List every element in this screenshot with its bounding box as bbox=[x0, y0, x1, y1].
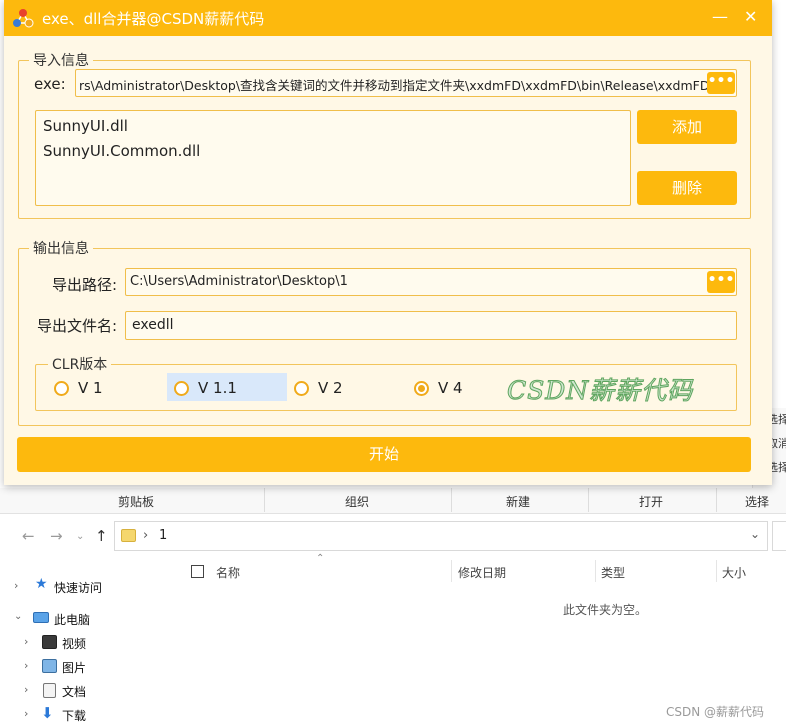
csdn-watermark: CSDN @薪薪代码 bbox=[666, 705, 765, 719]
group-select: 选择 bbox=[745, 495, 770, 509]
radio-label: V 1 bbox=[78, 379, 103, 397]
picture-icon bbox=[42, 659, 57, 673]
clr-v4-radio[interactable]: V 4 bbox=[414, 378, 494, 402]
nav-label: 快速访问 bbox=[54, 581, 103, 595]
radio-label: V 2 bbox=[318, 379, 343, 397]
radio-circle[interactable] bbox=[294, 381, 309, 396]
clr-v1-radio[interactable]: V 1 bbox=[54, 378, 134, 402]
chevron-right-icon[interactable]: › bbox=[14, 579, 18, 592]
radio-circle-selected[interactable] bbox=[414, 381, 429, 396]
ribbon-group-labels: 剪贴板 组织 新建 打开 选择 bbox=[0, 488, 786, 514]
radio-label: V 4 bbox=[438, 379, 463, 397]
up-arrow-icon[interactable]: ↑ bbox=[95, 527, 108, 545]
group-divider bbox=[588, 488, 589, 512]
breadcrumb-separator: › bbox=[143, 528, 149, 543]
output-path-value: C:\Users\Administrator\Desktop\1 bbox=[130, 274, 348, 289]
clr-v2-radio[interactable]: V 2 bbox=[294, 378, 374, 402]
title-bar[interactable]: exe、dll合并器@CSDN薪薪代码 — ✕ bbox=[4, 0, 772, 36]
output-path-label: 导出路径: bbox=[52, 276, 118, 294]
chevron-down-icon[interactable]: ⌄ bbox=[76, 531, 84, 542]
output-filename-label: 导出文件名: bbox=[37, 317, 118, 335]
output-filename-value: exedll bbox=[132, 317, 174, 333]
group-divider bbox=[716, 488, 717, 512]
radio-circle[interactable] bbox=[54, 381, 69, 396]
nav-label: 此电脑 bbox=[54, 613, 91, 627]
nav-item-quick-access[interactable]: › ★ 快速访问 bbox=[0, 576, 178, 598]
dll-listbox[interactable]: SunnyUI.dll SunnyUI.Common.dll bbox=[35, 110, 631, 206]
list-item[interactable]: SunnyUI.dll bbox=[43, 117, 128, 135]
empty-folder-message: 此文件夹为空。 bbox=[563, 603, 648, 617]
chevron-down-icon[interactable]: ⌄ bbox=[14, 611, 22, 622]
video-icon bbox=[42, 635, 57, 649]
window-title: exe、dll合并器@CSDN薪薪代码 bbox=[42, 10, 265, 28]
computer-icon bbox=[33, 612, 49, 623]
group-divider bbox=[451, 488, 452, 512]
column-divider[interactable] bbox=[451, 560, 452, 582]
download-icon: ⬇ bbox=[41, 704, 54, 722]
nav-item-downloads[interactable]: › ⬇ 下载 bbox=[0, 704, 178, 726]
chevron-right-icon[interactable]: › bbox=[24, 659, 28, 672]
nav-label: 下载 bbox=[62, 709, 87, 723]
close-icon[interactable]: ✕ bbox=[744, 7, 757, 26]
clr-v1-1-radio[interactable]: V 1.1 bbox=[174, 378, 274, 402]
column-divider[interactable] bbox=[595, 560, 596, 582]
exe-browse-button[interactable]: ••• bbox=[707, 72, 735, 94]
group-open: 打开 bbox=[639, 495, 664, 509]
column-divider[interactable] bbox=[716, 560, 717, 582]
minimize-icon[interactable]: — bbox=[712, 7, 728, 26]
nav-label: 视频 bbox=[62, 637, 87, 651]
output-filename-field[interactable]: exedll bbox=[125, 311, 737, 340]
group-organize: 组织 bbox=[345, 495, 370, 509]
sort-caret-icon: ⌃ bbox=[316, 553, 325, 564]
address-dropdown-icon[interactable]: ⌄ bbox=[750, 527, 760, 541]
delete-dll-button[interactable]: 删除 bbox=[637, 171, 737, 205]
radio-circle[interactable] bbox=[174, 381, 189, 396]
add-dll-button[interactable]: 添加 bbox=[637, 110, 737, 144]
clr-group-legend: CLR版本 bbox=[52, 357, 108, 373]
column-name[interactable]: 名称 bbox=[216, 564, 240, 588]
star-icon: ★ bbox=[35, 576, 48, 592]
chevron-right-icon[interactable]: › bbox=[24, 635, 28, 648]
nav-item-videos[interactable]: › 视频 bbox=[0, 632, 178, 654]
select-all-checkbox[interactable] bbox=[191, 565, 204, 578]
back-arrow-icon[interactable]: ← bbox=[22, 527, 35, 545]
output-group-legend: 输出信息 bbox=[33, 241, 89, 257]
group-new: 新建 bbox=[506, 495, 531, 509]
group-divider bbox=[264, 488, 265, 512]
navigation-pane: › ★ 快速访问 ⌄ 此电脑 › 视频 › 图片 › 文档 › ⬇ 下载 bbox=[0, 560, 178, 725]
column-modified[interactable]: 修改日期 bbox=[458, 564, 506, 588]
chevron-right-icon[interactable]: › bbox=[24, 707, 28, 720]
output-browse-button[interactable]: ••• bbox=[707, 271, 735, 293]
import-group-legend: 导入信息 bbox=[33, 53, 89, 69]
radio-label: V 1.1 bbox=[198, 379, 237, 397]
nav-item-pictures[interactable]: › 图片 bbox=[0, 656, 178, 678]
nav-label: 图片 bbox=[62, 661, 87, 675]
document-icon bbox=[43, 683, 56, 698]
nav-label: 文档 bbox=[62, 685, 87, 699]
column-size[interactable]: 大小 bbox=[722, 564, 746, 588]
breadcrumb[interactable]: 1 bbox=[159, 528, 167, 543]
nav-item-this-pc[interactable]: ⌄ 此电脑 bbox=[0, 608, 178, 630]
nav-item-documents[interactable]: › 文档 bbox=[0, 680, 178, 702]
chevron-right-icon[interactable]: › bbox=[24, 683, 28, 696]
group-clipboard: 剪贴板 bbox=[118, 495, 155, 509]
column-type[interactable]: 类型 bbox=[601, 564, 625, 588]
network-logo-icon bbox=[13, 9, 34, 28]
list-item[interactable]: SunnyUI.Common.dll bbox=[43, 142, 200, 160]
folder-icon bbox=[121, 529, 136, 542]
exe-path-value: rs\Administrator\Desktop\查找含关键词的文件并移动到指定… bbox=[79, 78, 736, 93]
output-path-field[interactable]: C:\Users\Administrator\Desktop\1 bbox=[125, 268, 737, 296]
address-bar[interactable]: › 1 bbox=[114, 521, 768, 551]
exe-path-field[interactable]: rs\Administrator\Desktop\查找含关键词的文件并移动到指定… bbox=[75, 69, 737, 97]
merger-app-window: exe、dll合并器@CSDN薪薪代码 — ✕ 导入信息 exe: rs\Adm… bbox=[4, 0, 772, 485]
csdn-watermark-text: CSDN薪薪代码 bbox=[506, 376, 694, 406]
forward-arrow-icon[interactable]: → bbox=[50, 527, 63, 545]
search-box[interactable] bbox=[772, 521, 786, 551]
start-button[interactable]: 开始 bbox=[17, 437, 751, 472]
exe-label: exe: bbox=[34, 75, 66, 93]
